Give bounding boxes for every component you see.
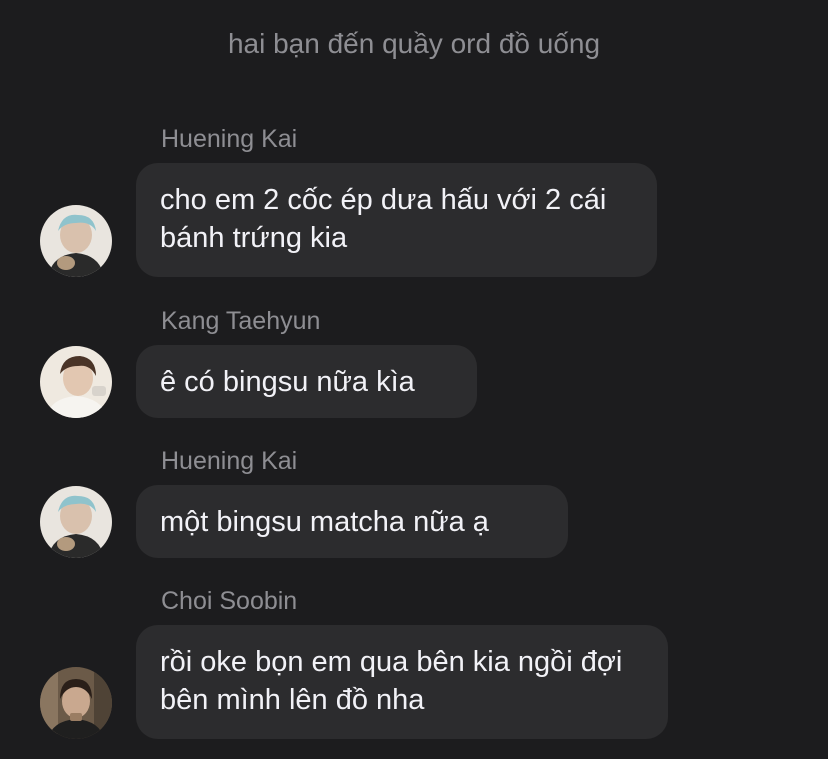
message-bubble[interactable]: một bingsu matcha nữa ạ — [136, 485, 568, 558]
avatar-huening-kai[interactable] — [40, 205, 112, 277]
sender-name: Huening Kai — [161, 447, 298, 475]
avatar-kang-taehyun[interactable] — [40, 346, 112, 418]
avatar-huening-kai[interactable] — [40, 486, 112, 558]
sender-name: Choi Soobin — [161, 587, 298, 615]
system-note: hai bạn đến quầy ord đồ uống — [227, 28, 601, 59]
message-bubble[interactable]: ê có bingsu nữa kìa — [136, 345, 477, 418]
avatar-choi-soobin[interactable] — [40, 667, 112, 739]
sender-name: Huening Kai — [161, 125, 298, 153]
message-bubble[interactable]: cho em 2 cốc ép dưa hấu với 2 cái bánh t… — [136, 163, 657, 277]
sender-name: Kang Taehyun — [161, 307, 321, 335]
message-bubble[interactable]: rồi oke bọn em qua bên kia ngồi đợi bên … — [136, 625, 668, 739]
